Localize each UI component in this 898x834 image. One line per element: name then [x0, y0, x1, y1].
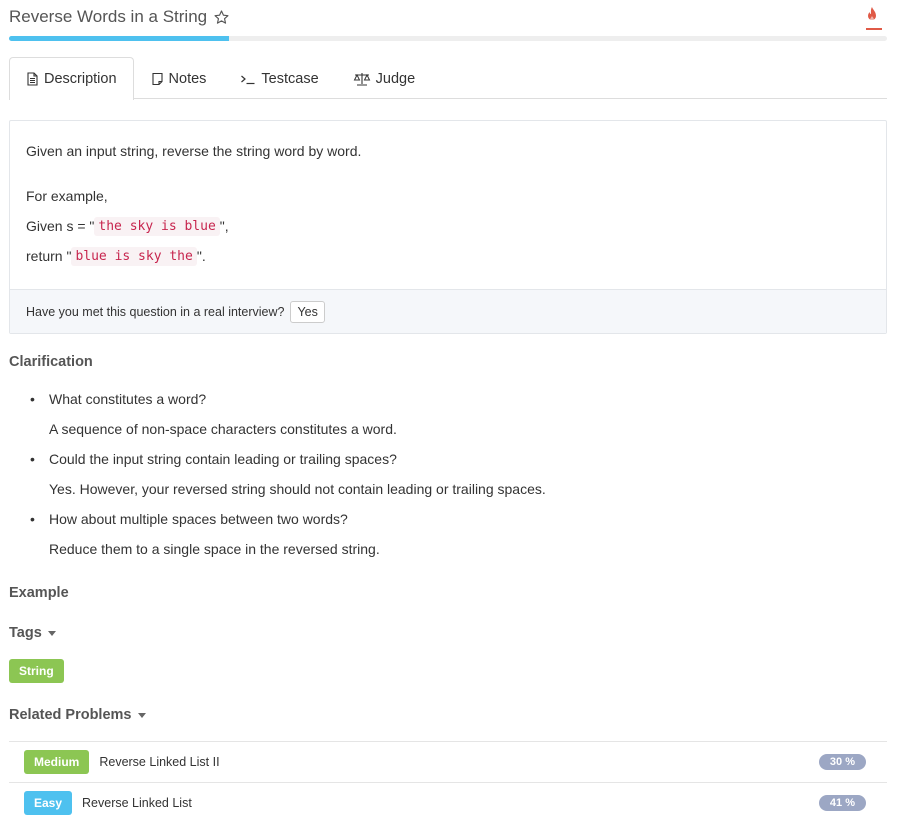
tags-heading[interactable]: Tags — [9, 625, 56, 641]
given-suffix: ", — [219, 218, 229, 234]
progress-fill — [9, 36, 229, 41]
related-problem-row[interactable]: Easy Reverse Linked List 41 % — [9, 782, 887, 823]
given-prefix: Given s = " — [26, 218, 95, 234]
tab-notes[interactable]: Notes — [134, 57, 224, 99]
progress-bar — [9, 36, 887, 41]
clarification-question: What constitutes a word? — [49, 391, 207, 407]
tab-testcase[interactable]: Testcase — [223, 57, 335, 99]
terminal-icon — [241, 75, 255, 84]
clarification-heading: Clarification — [9, 354, 93, 370]
document-icon — [27, 72, 38, 86]
example-heading-label: Example — [9, 585, 69, 601]
list-item: • How about multiple spaces between two … — [30, 504, 870, 564]
related-problem-name[interactable]: Reverse Linked List — [82, 796, 192, 810]
bullet-icon: • — [30, 451, 35, 467]
tags-heading-label: Tags — [9, 625, 42, 641]
chevron-down-icon — [137, 712, 146, 718]
problem-title: Reverse Words in a String — [9, 7, 208, 26]
description-body: Given an input string, reverse the strin… — [10, 121, 886, 271]
list-item: • What constitutes a word? A sequence of… — [30, 384, 870, 444]
related-problem-row[interactable]: Medium Reverse Linked List II 30 % — [9, 741, 887, 782]
example-heading[interactable]: Example — [9, 585, 69, 601]
related-problems-heading-label: Related Problems — [9, 707, 132, 723]
related-problem-name[interactable]: Reverse Linked List II — [99, 755, 219, 769]
tab-judge-label: Judge — [375, 70, 416, 87]
related-problems-list: Medium Reverse Linked List II 30 % Easy … — [9, 741, 887, 823]
return-line: return " blue is sky the ". — [26, 241, 870, 271]
bullet-icon: • — [30, 391, 35, 407]
difficulty-badge: Easy — [24, 791, 73, 815]
bullet-icon: • — [30, 511, 35, 527]
interview-yes-button[interactable]: Yes — [290, 300, 325, 323]
clarification-answer: Reduce them to a single space in the rev… — [49, 541, 380, 557]
clarification-answer: A sequence of non-space characters const… — [49, 421, 397, 437]
given-line: Given s = " the sky is blue ", — [26, 211, 870, 241]
acceptance-badge: 41 % — [818, 795, 866, 811]
list-item: • Could the input string contain leading… — [30, 444, 870, 504]
fire-icon[interactable] — [864, 6, 880, 26]
problem-tabs: Description Notes Testcase Judge — [9, 57, 887, 100]
tab-testcase-label: Testcase — [261, 70, 319, 87]
scale-icon — [353, 72, 370, 86]
interview-footer: Have you met this question in a real int… — [10, 289, 886, 333]
chevron-down-icon — [47, 630, 56, 636]
clarification-question: Could the input string contain leading o… — [49, 451, 397, 467]
problem-header: Reverse Words in a String — [9, 6, 888, 30]
return-code: blue is sky the — [71, 246, 197, 266]
return-prefix: return " — [26, 248, 72, 264]
tab-notes-label: Notes — [168, 70, 207, 87]
acceptance-badge: 30 % — [818, 754, 866, 770]
description-intro: Given an input string, reverse the strin… — [26, 143, 362, 159]
given-code: the sky is blue — [94, 216, 220, 236]
clarification-list: • What constitutes a word? A sequence of… — [30, 384, 870, 564]
difficulty-badge: Medium — [24, 750, 90, 774]
problem-title-row: Reverse Words in a String — [9, 6, 888, 28]
related-problems-heading[interactable]: Related Problems — [9, 707, 146, 723]
fire-underline — [866, 28, 882, 30]
description-panel: Given an input string, reverse the strin… — [9, 120, 887, 334]
return-suffix: ". — [196, 248, 206, 264]
clarification-answer: Yes. However, your reversed string shoul… — [49, 481, 546, 497]
example-label: For example, — [26, 188, 108, 204]
star-icon[interactable] — [213, 9, 230, 26]
tab-description-label: Description — [44, 71, 117, 87]
interview-question: Have you met this question in a real int… — [26, 304, 285, 319]
tab-description[interactable]: Description — [9, 57, 134, 100]
tag-string[interactable]: String — [9, 659, 64, 683]
tab-judge[interactable]: Judge — [336, 57, 433, 99]
clarification-question: How about multiple spaces between two wo… — [49, 511, 348, 527]
clarification-heading-label: Clarification — [9, 354, 93, 370]
note-icon — [151, 72, 163, 85]
